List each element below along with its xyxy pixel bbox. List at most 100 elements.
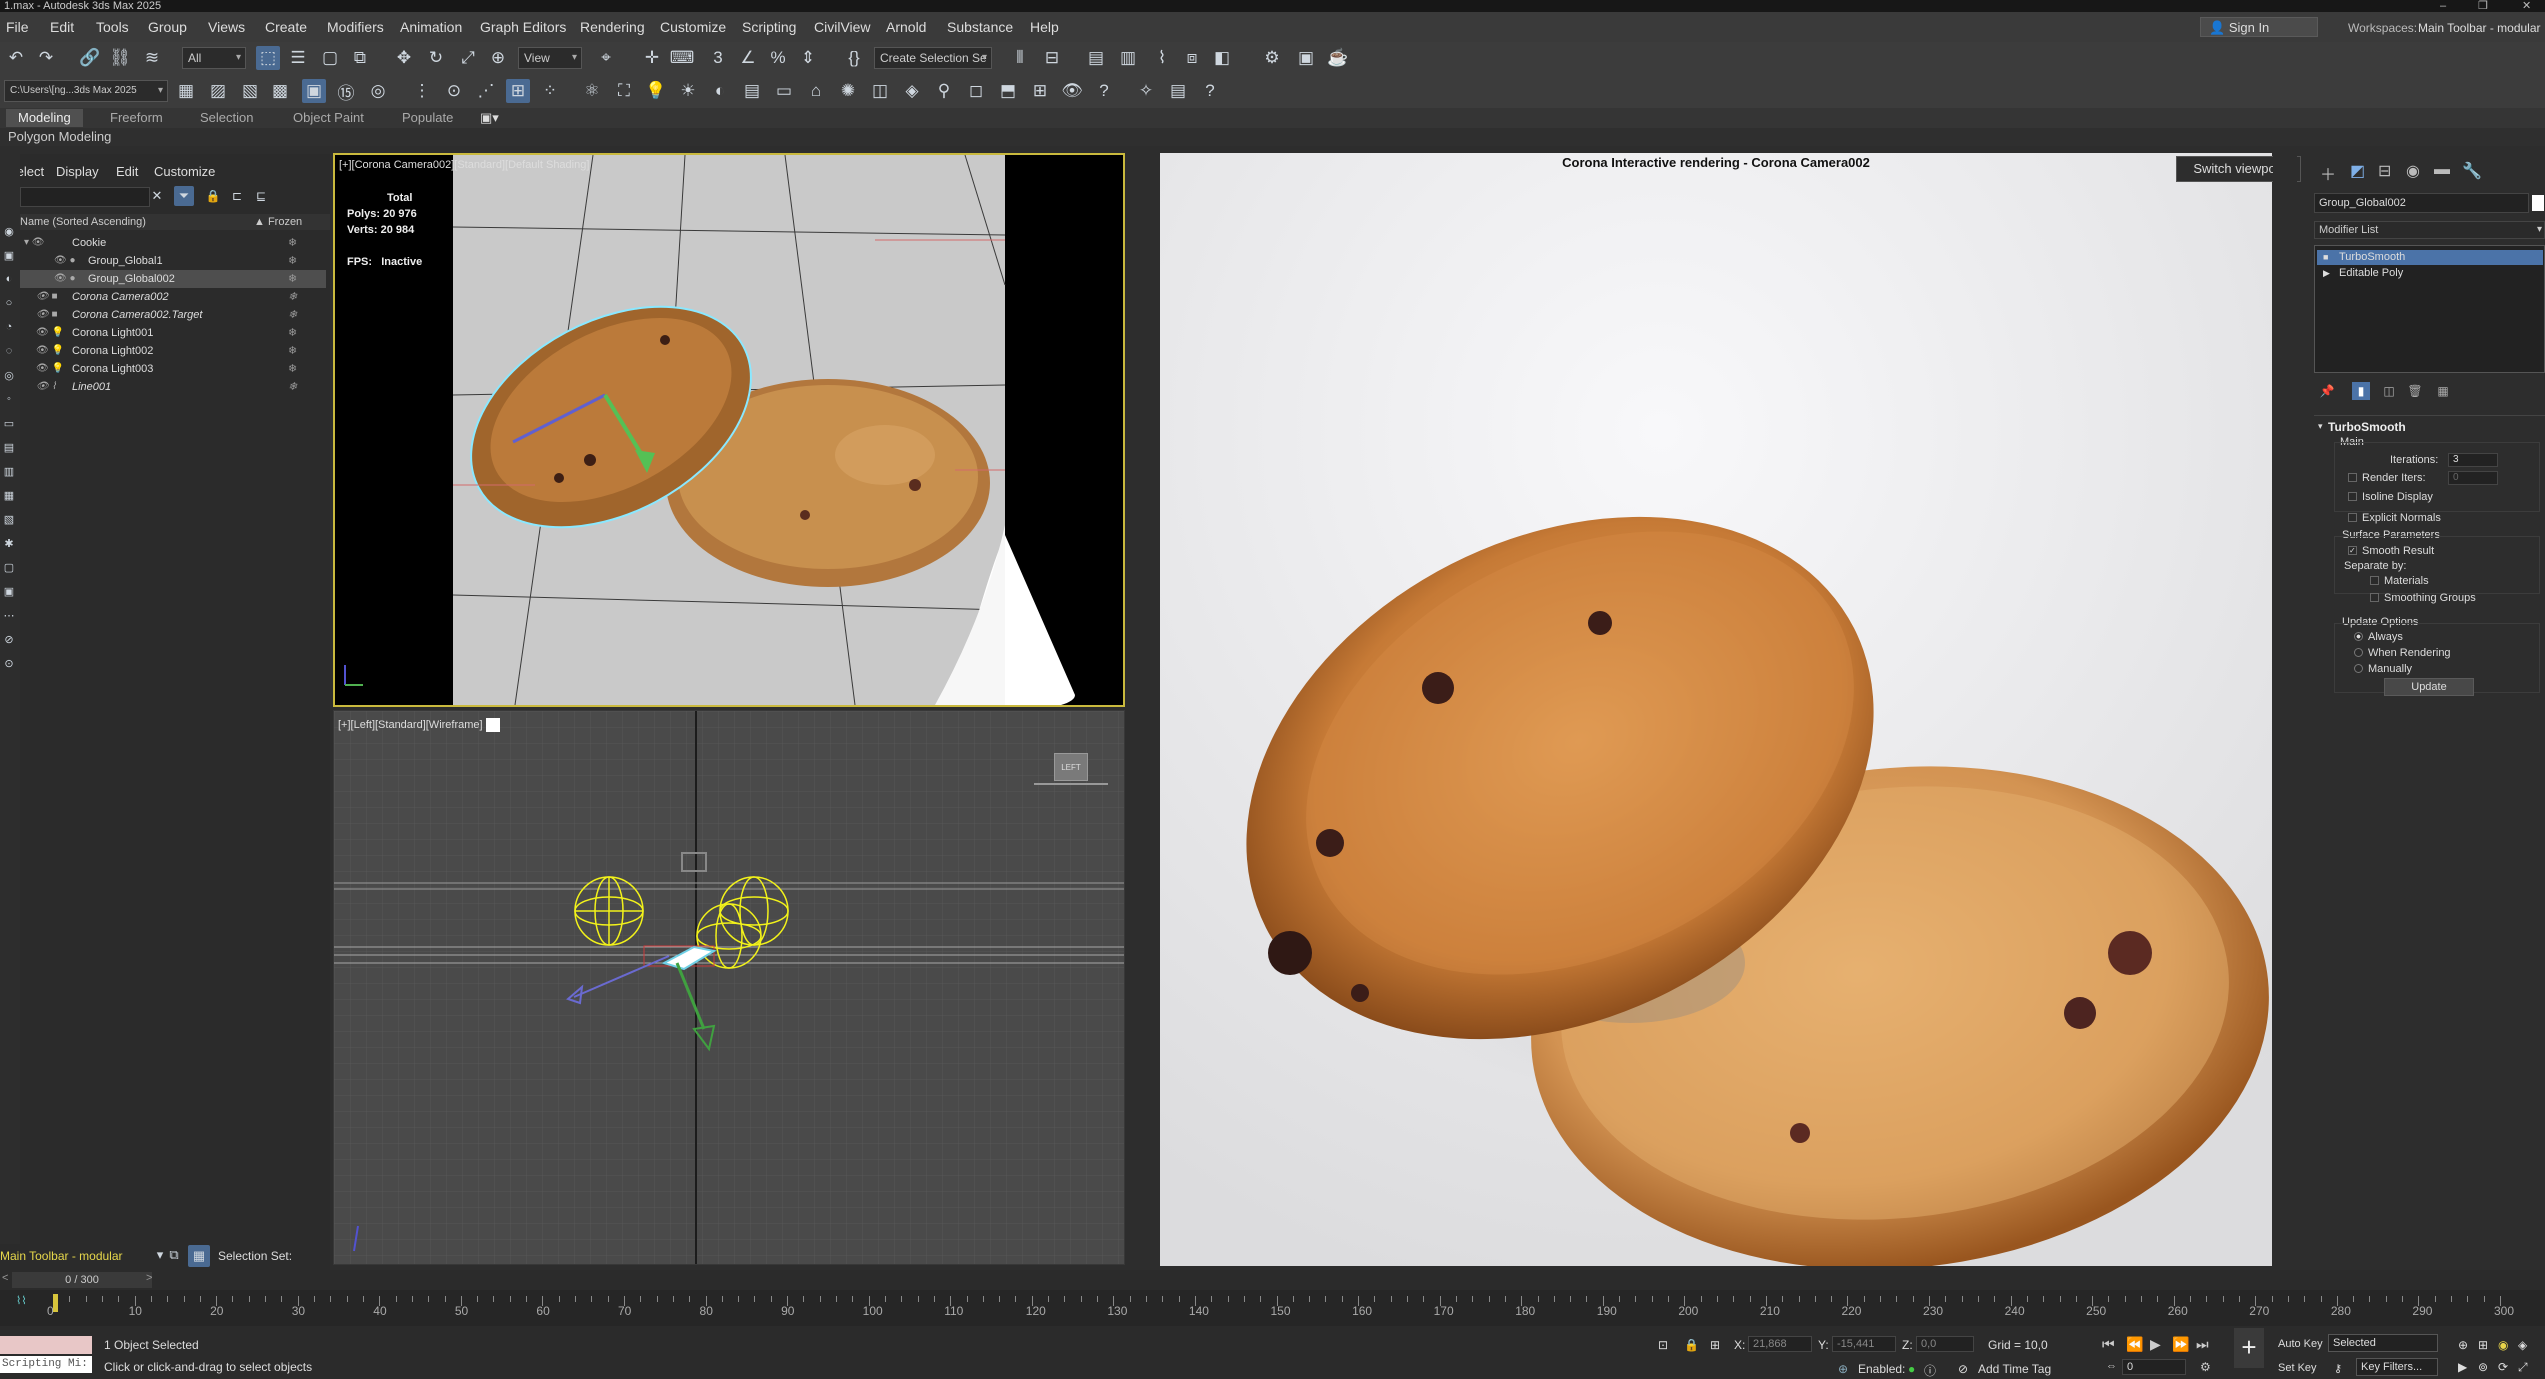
pan-icon[interactable]: ▶ [2458,1360,2467,1374]
pin-stack-icon[interactable]: 📌 [2318,382,2336,400]
window-crossing-icon[interactable]: ⧉ [348,46,372,70]
geometry-icon[interactable]: ○ [0,294,18,312]
maxscript-mini-input[interactable]: Scripting Mi: [0,1356,92,1373]
enabled-indicator-icon[interactable]: ● [1908,1362,1915,1376]
select-by-name-icon[interactable]: ☰ [286,46,310,70]
field-of-view-icon[interactable]: ◈ [2518,1338,2527,1352]
scene-row-camera-target[interactable]: 👁 ■ Corona Camera002.Target ❄ [20,306,326,324]
tab-selection[interactable]: Selection [200,110,253,125]
menu-file[interactable]: File [6,19,29,35]
pivot-center-icon[interactable]: ⌖ [594,46,618,70]
edit-named-selection-icon[interactable]: {} [842,46,866,70]
scatter-icon[interactable]: ⁘ [538,79,562,103]
spacing-tool-icon[interactable]: ⋰ [474,79,498,103]
named-selection-select[interactable]: Create Selection Se [874,47,992,69]
distance-icon[interactable]: ◻ [964,79,988,103]
time-slider[interactable]: < 0 / 300 > [0,1270,2545,1290]
render-setup-icon[interactable]: ⚙ [1260,46,1284,70]
align-icon[interactable]: ⊟ [1040,46,1064,70]
xref-icon[interactable]: ⑮ [334,79,358,103]
viewcube[interactable]: LEFT [1054,753,1088,781]
explorer-header[interactable]: Name (Sorted Ascending) ▲ Frozen [20,214,330,230]
coord-z-field[interactable]: 0,0 [1916,1336,1974,1352]
pattern-icon[interactable]: ◈ [900,79,924,103]
show-end-result-icon[interactable]: ▮ [2352,382,2370,400]
save-icon[interactable]: ▨ [206,79,230,103]
current-frame-field[interactable]: 0 [2122,1359,2186,1375]
play-icon[interactable]: ▶ [2150,1336,2161,1353]
minimize-icon[interactable]: – [2440,0,2446,12]
go-to-end-icon[interactable]: ⏭ [2196,1336,2209,1353]
set-key-button[interactable]: Set Key [2278,1362,2317,1374]
menu-scripting[interactable]: Scripting [742,19,796,35]
viewport-color-swatch[interactable] [485,718,500,732]
tab-populate[interactable]: Populate [402,110,453,125]
coord-y-field[interactable]: -15,441 [1832,1336,1896,1352]
menu-substance[interactable]: Substance [947,19,1013,35]
display-tab-icon[interactable]: ▬ [2434,161,2450,179]
explorer-menu-display[interactable]: Display [56,164,99,179]
collapse-icon[interactable]: ▾ [2318,421,2323,432]
corona-vfb-icon[interactable]: ▤ [740,79,764,103]
layer-explorer-icon[interactable]: ▤ [1084,46,1108,70]
options-icon[interactable]: ⊙ [0,654,18,672]
render-icon[interactable]: ☕ [1326,46,1350,70]
find-icon[interactable]: ⊘ [0,630,18,648]
polygon-modeling-panel[interactable]: Polygon Modeling [0,128,2545,146]
hidden-filter-icon[interactable]: ▢ [0,558,18,576]
isolate-toggle-icon[interactable]: ⊡ [1658,1338,1668,1352]
key-filters-button[interactable]: Key Filters... [2356,1358,2438,1376]
curve-editor-icon[interactable]: ⌇ [1150,46,1174,70]
spinner-snap-icon[interactable]: ⇕ [796,46,820,70]
rollout-title[interactable]: TurboSmooth [2328,420,2406,434]
select-manipulate-icon[interactable]: ✛ [640,46,664,70]
camera-viewport-label[interactable]: [+][Corona Camera002][Standard][Default … [339,159,589,171]
stack-item-editable-poly[interactable]: ▶ Editable Poly [2317,266,2543,281]
modifier-list-select[interactable]: Modifier List [2314,221,2545,239]
group-icon[interactable]: ▤ [0,438,18,456]
make-unique-icon[interactable]: ◫ [2380,382,2398,400]
converter-icon[interactable]: ▤ [1166,79,1190,103]
menu-modifiers[interactable]: Modifiers [327,19,384,35]
snapshot-icon[interactable]: ◎ [366,79,390,103]
shape-icon[interactable]: ◔ [0,318,18,336]
new-key-icon[interactable]: + [2234,1328,2264,1368]
filter-icon[interactable]: ⏷ [174,186,194,206]
select-object-icon[interactable]: ⬚ [256,46,280,70]
keyboard-shortcut-icon[interactable]: ⌨ [670,46,695,70]
corona-proxy-icon[interactable]: ⚛ [580,79,604,103]
scene-explorer-icon[interactable]: ▥ [1116,46,1140,70]
menu-graph-editors[interactable]: Graph Editors [480,19,566,35]
align-to-icon[interactable]: ⋮ [410,79,434,103]
light-icon[interactable]: ◌ [0,342,18,360]
smooth-result-checkbox[interactable]: ✓ [2348,546,2357,555]
frozen-filter-icon[interactable]: ✱ [0,534,18,552]
scene-row-group-global1[interactable]: 👁 ● Group_Global1 ❄ [20,252,326,270]
rendered-frame-icon[interactable]: ▣ [1294,46,1318,70]
scene-row-camera[interactable]: 👁 ■ Corona Camera002 ❄ [20,288,326,306]
iterations-spinner[interactable]: 3 [2448,453,2498,467]
key-set-select[interactable]: Selected [2328,1334,2438,1352]
maxscript-listener[interactable] [0,1336,92,1354]
move-icon[interactable]: ✥ [392,46,416,70]
sign-in-button[interactable]: 👤 Sign In [2200,17,2318,37]
layers-icon[interactable]: ⊑ [252,186,270,206]
schematic-view-icon[interactable]: ⧈ [1180,46,1204,70]
array-icon[interactable]: ⊞ [506,79,530,103]
create-tab-icon[interactable]: ＋ [2320,161,2336,185]
decal-icon[interactable]: ◫ [868,79,892,103]
selection-filter-select[interactable]: All [182,47,246,69]
container-icon[interactable]: ▣ [302,79,326,103]
maximize-viewport-icon[interactable]: ⤢ [2518,1360,2528,1375]
menu-rendering[interactable]: Rendering [580,19,645,35]
archive-icon[interactable]: ▩ [268,79,292,103]
sort-icon[interactable]: ⋯ [0,606,18,624]
link-icon[interactable]: 🔗 [78,46,102,70]
time-config-icon[interactable]: ⚙ [2200,1360,2211,1374]
always-radio[interactable] [2354,632,2363,641]
modify-tab-icon[interactable]: ◩ [2350,161,2365,181]
bulb-icon[interactable]: ■ [2323,250,2328,265]
render-iters-spinner[interactable]: 0 [2448,471,2498,485]
container-filter-icon[interactable]: ▧ [0,510,18,528]
menu-group[interactable]: Group [148,19,187,35]
